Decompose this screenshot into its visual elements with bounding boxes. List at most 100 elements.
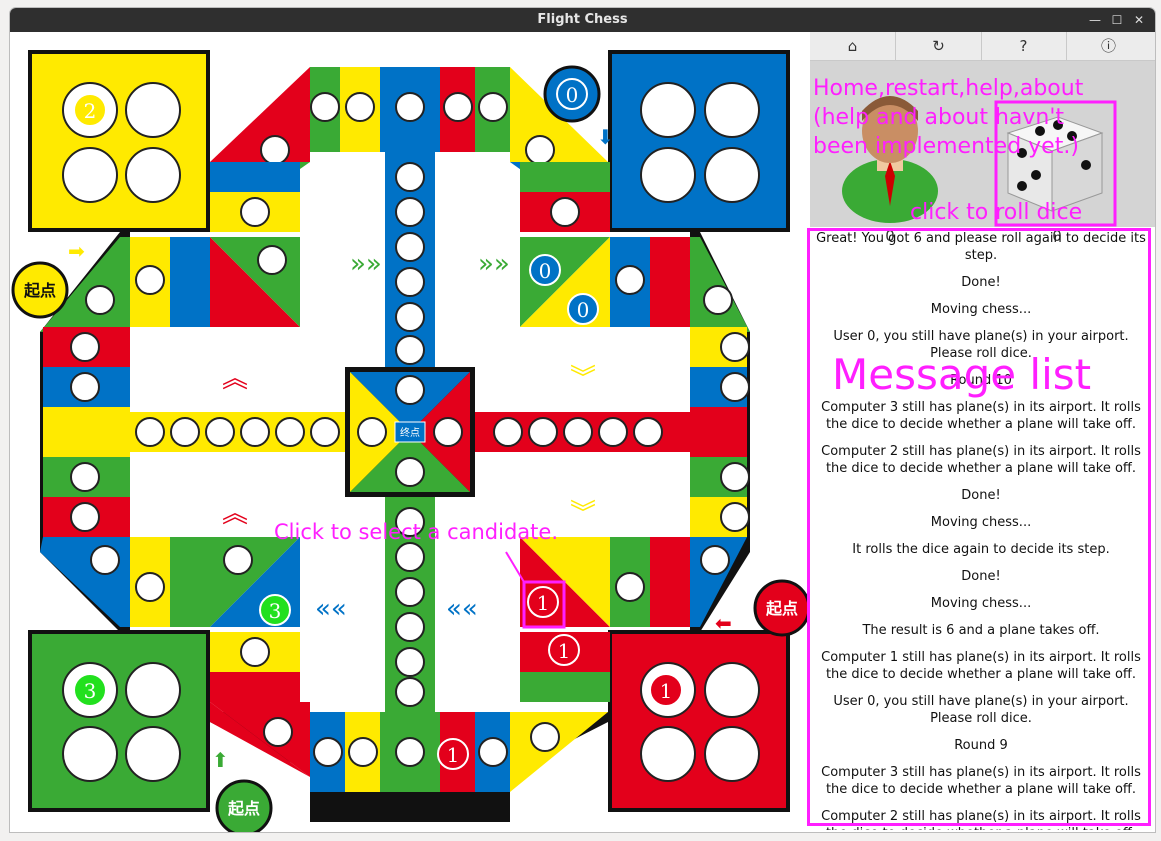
track-cell[interactable]: [70, 332, 100, 362]
runway-cell[interactable]: [528, 417, 558, 447]
plane-token[interactable]: 3: [259, 594, 291, 626]
track-cell[interactable]: [240, 637, 270, 667]
runway-cell[interactable]: [275, 417, 305, 447]
blue-hangar-4[interactable]: [704, 147, 760, 203]
runway-cell[interactable]: [395, 647, 425, 677]
candidate-plane-token[interactable]: 1: [527, 586, 559, 618]
track-cell[interactable]: [395, 737, 425, 767]
svg-text:1: 1: [537, 591, 550, 615]
blue-hangar-1[interactable]: [640, 82, 696, 138]
blue-hangar-3[interactable]: [640, 147, 696, 203]
track-cell[interactable]: [240, 197, 270, 227]
maximize-button[interactable]: ☐: [1107, 10, 1127, 30]
track-cell[interactable]: [70, 372, 100, 402]
green-hangar-2[interactable]: [125, 662, 181, 718]
runway-cell[interactable]: [395, 197, 425, 227]
close-button[interactable]: ✕: [1129, 10, 1149, 30]
track-cell[interactable]: [720, 372, 750, 402]
track-cell[interactable]: [70, 502, 100, 532]
track-cell[interactable]: [223, 545, 253, 575]
plane-token[interactable]: 0: [529, 254, 561, 286]
runway-cell[interactable]: [310, 417, 340, 447]
track-cell[interactable]: [90, 545, 120, 575]
about-button[interactable]: ⓘ: [1066, 32, 1151, 60]
track-cell[interactable]: [703, 285, 733, 315]
track-cell[interactable]: [443, 92, 473, 122]
runway-cell[interactable]: [395, 162, 425, 192]
runway-cell[interactable]: [395, 335, 425, 365]
track-cell[interactable]: [525, 135, 555, 165]
runway-cell[interactable]: [395, 542, 425, 572]
chevron-left-icon: ««: [446, 594, 478, 624]
chevron-right-icon: »»: [478, 249, 510, 279]
plane-token[interactable]: 3: [73, 673, 107, 707]
runway-cell[interactable]: [205, 417, 235, 447]
plane-token[interactable]: 0: [556, 78, 588, 110]
center-cell[interactable]: [357, 417, 387, 447]
track-cell[interactable]: [345, 92, 375, 122]
green-hangar-3[interactable]: [62, 726, 118, 782]
track-cell[interactable]: [615, 265, 645, 295]
runway-cell[interactable]: [135, 417, 165, 447]
red-hangar-3[interactable]: [640, 726, 696, 782]
track-cell[interactable]: [85, 285, 115, 315]
track-cell[interactable]: [348, 737, 378, 767]
minimize-button[interactable]: —: [1085, 10, 1105, 30]
track-cell[interactable]: [720, 462, 750, 492]
restart-button[interactable]: ↻: [896, 32, 982, 60]
track-cell[interactable]: [257, 245, 287, 275]
track-tile: [170, 537, 210, 627]
runway-cell[interactable]: [395, 232, 425, 262]
chevron-down-icon: ︾: [570, 364, 596, 394]
yellow-hangar-4[interactable]: [125, 147, 181, 203]
runway-cell[interactable]: [563, 417, 593, 447]
yellow-hangar-3[interactable]: [62, 147, 118, 203]
track-cell[interactable]: [313, 737, 343, 767]
home-button[interactable]: ⌂: [810, 32, 896, 60]
track-cell[interactable]: [135, 265, 165, 295]
help-button[interactable]: ?: [981, 32, 1067, 60]
plane-token[interactable]: 2: [73, 93, 107, 127]
blue-hangar-2[interactable]: [704, 82, 760, 138]
plane-token[interactable]: 1: [437, 738, 469, 770]
runway-cell[interactable]: [598, 417, 628, 447]
plane-token[interactable]: 1: [649, 673, 683, 707]
track-cell[interactable]: [70, 462, 100, 492]
runway-cell[interactable]: [493, 417, 523, 447]
runway-cell[interactable]: [240, 417, 270, 447]
red-hangar-2[interactable]: [704, 662, 760, 718]
runway-cell[interactable]: [395, 577, 425, 607]
plane-token[interactable]: 1: [548, 634, 580, 666]
center-cell[interactable]: [433, 417, 463, 447]
runway-cell[interactable]: [170, 417, 200, 447]
track-cell[interactable]: [135, 572, 165, 602]
center-cell[interactable]: [395, 375, 425, 405]
green-hangar-4[interactable]: [125, 726, 181, 782]
track-cell[interactable]: [310, 92, 340, 122]
svg-text:2: 2: [84, 99, 97, 123]
track-cell[interactable]: [478, 92, 508, 122]
track-cell[interactable]: [700, 545, 730, 575]
track-cell[interactable]: [615, 572, 645, 602]
runway-cell[interactable]: [395, 302, 425, 332]
blue-arrow-icon: ⬇: [597, 125, 614, 149]
plane-token[interactable]: 0: [567, 293, 599, 325]
track-cell[interactable]: [395, 92, 425, 122]
runway-cell[interactable]: [395, 267, 425, 297]
track-cell[interactable]: [478, 737, 508, 767]
track-cell[interactable]: [550, 197, 580, 227]
green-airport: [32, 634, 206, 808]
track-cell[interactable]: [260, 135, 290, 165]
track-cell[interactable]: [720, 502, 750, 532]
center-cell[interactable]: [395, 457, 425, 487]
chevron-up-icon: ︽: [222, 499, 248, 529]
runway-cell[interactable]: [395, 677, 425, 707]
runway-cell[interactable]: [395, 612, 425, 642]
runway-cell[interactable]: [633, 417, 663, 447]
red-hangar-4[interactable]: [704, 726, 760, 782]
message-list-highlight: [807, 228, 1151, 826]
track-cell[interactable]: [530, 722, 560, 752]
track-cell[interactable]: [720, 332, 750, 362]
track-cell[interactable]: [263, 717, 293, 747]
yellow-hangar-2[interactable]: [125, 82, 181, 138]
